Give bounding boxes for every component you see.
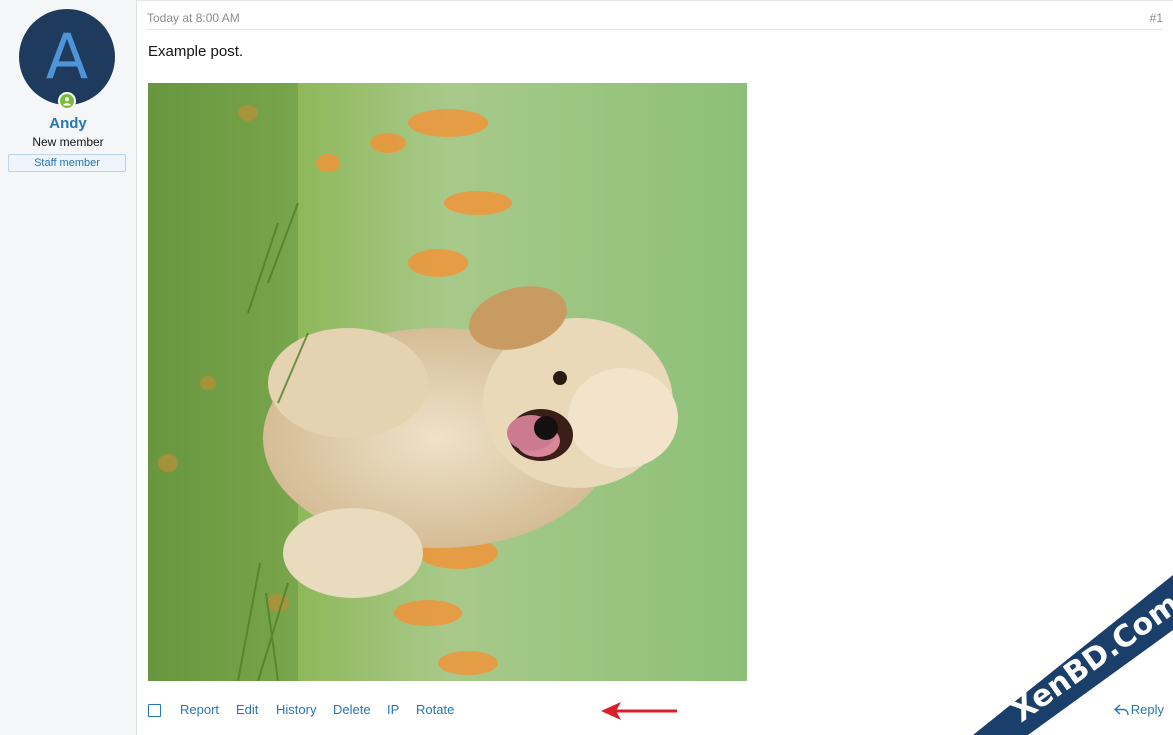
red-arrow-icon xyxy=(599,698,679,729)
report-link[interactable]: Report xyxy=(180,702,219,717)
rotate-link[interactable]: Rotate xyxy=(416,702,454,717)
avatar[interactable]: A xyxy=(19,9,115,105)
watermark-ribbon: XenBD.Com xyxy=(933,535,1173,735)
edit-link[interactable]: Edit xyxy=(236,702,258,717)
delete-link[interactable]: Delete xyxy=(333,702,371,717)
post-date-link[interactable]: Today at 8:00 AM xyxy=(147,11,240,25)
post-image-attachment[interactable] xyxy=(148,83,747,681)
staff-badge: Staff member xyxy=(8,154,126,172)
post-message: Example post. xyxy=(148,43,244,60)
watermark-text: XenBD.Com xyxy=(1005,587,1173,730)
select-post-checkbox[interactable] xyxy=(148,704,161,717)
post-user-sidebar: A Andy New member Staff member xyxy=(0,0,137,735)
username-link[interactable]: Andy xyxy=(0,115,136,132)
history-link[interactable]: History xyxy=(276,702,316,717)
post-header: Today at 8:00 AM #1 xyxy=(147,11,1163,30)
user-title: New member xyxy=(32,135,104,149)
puppy-photo xyxy=(148,83,747,681)
post-number-link[interactable]: #1 xyxy=(1150,11,1163,25)
user-online-icon xyxy=(58,92,76,110)
ip-link[interactable]: IP xyxy=(387,702,399,717)
